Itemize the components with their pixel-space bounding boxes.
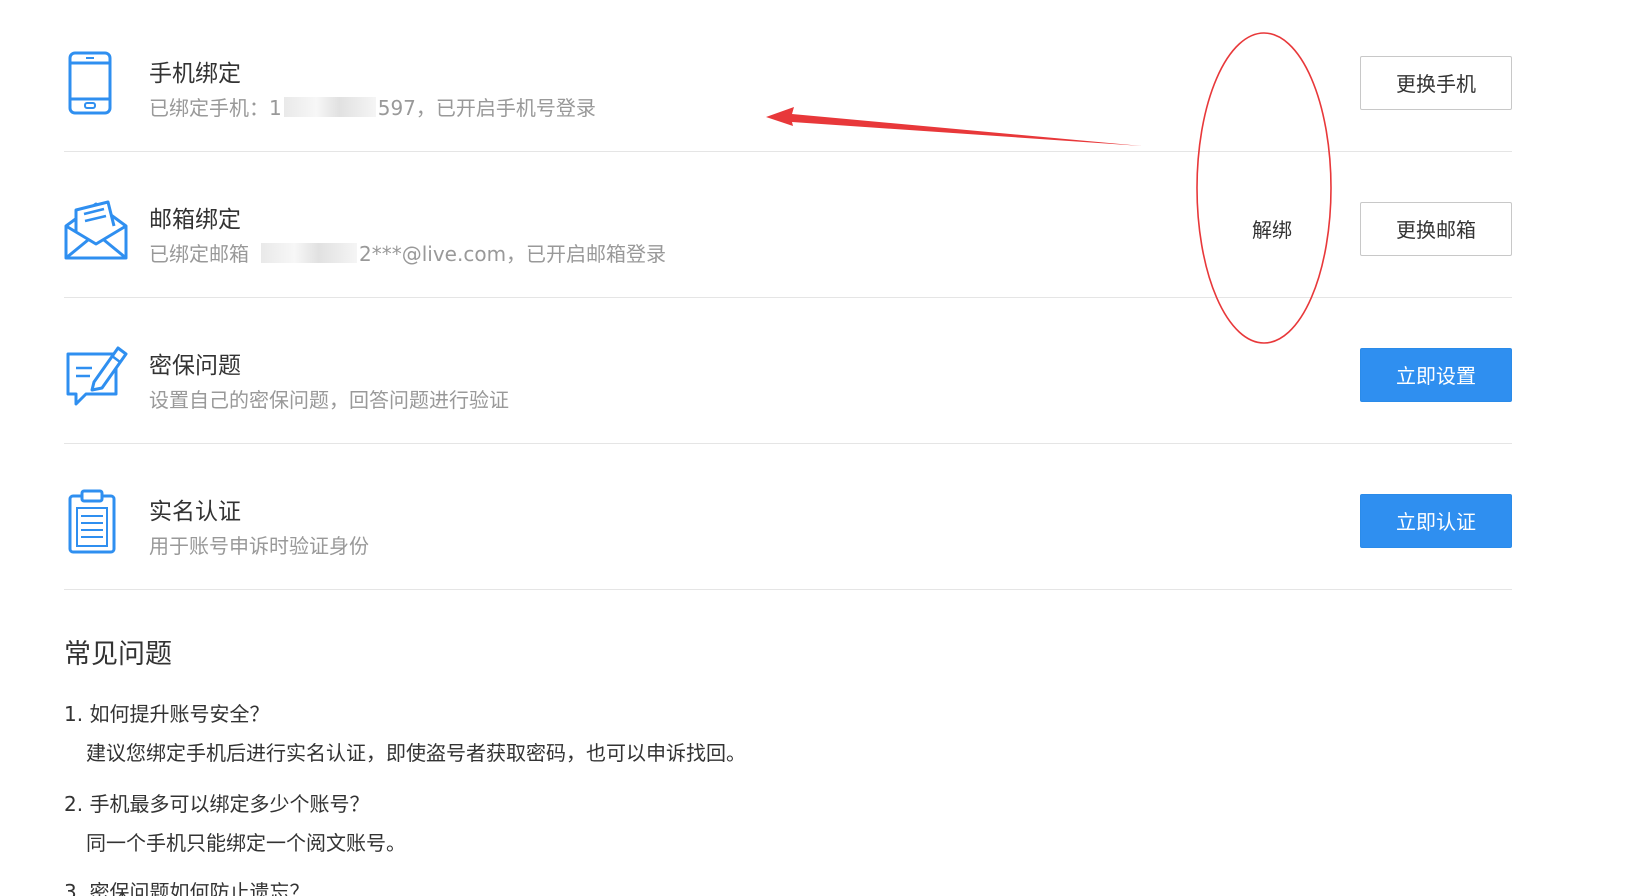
faq-question: 2. 手机最多可以绑定多少个账号？: [64, 792, 370, 816]
set-security-question-button[interactable]: 立即设置: [1360, 348, 1512, 402]
change-email-button[interactable]: 更换邮箱: [1360, 202, 1512, 256]
change-phone-button[interactable]: 更换手机: [1360, 56, 1512, 110]
email-binding-title: 邮箱绑定: [149, 207, 241, 233]
email-binding-desc: 已绑定邮箱 2***@live.com，已开启邮箱登录: [149, 238, 666, 267]
real-name-verification-title: 实名认证: [149, 499, 241, 525]
security-question-row: 密保问题 设置自己的密保问题，回答问题进行验证 立即设置: [64, 298, 1512, 444]
security-question-desc: 设置自己的密保问题，回答问题进行验证: [149, 388, 509, 412]
real-name-verification-desc: 用于账号申诉时验证身份: [149, 534, 369, 558]
faq-title: 常见问题: [64, 639, 172, 670]
email-address-mask: [261, 243, 357, 263]
phone-binding-desc: 已绑定手机：1 597，已开启手机号登录: [149, 92, 596, 121]
id-verification-icon: [64, 488, 128, 554]
security-question-title: 密保问题: [149, 353, 241, 379]
email-desc-prefix: 已绑定邮箱: [149, 242, 249, 266]
phone-desc-prefix: 已绑定手机：1: [149, 96, 282, 120]
real-name-verification-row: 实名认证 用于账号申诉时验证身份 立即认证: [64, 444, 1512, 590]
email-binding-row: 邮箱绑定 已绑定邮箱 2***@live.com，已开启邮箱登录 解绑 更换邮箱: [64, 152, 1512, 298]
unbind-email-link[interactable]: 解绑: [1252, 214, 1292, 243]
row-divider: [64, 589, 1512, 590]
phone-number-mask: [283, 97, 376, 117]
faq-answer: 建议您绑定手机后进行实名认证，即使盗号者获取密码，也可以申诉找回。: [86, 741, 746, 765]
faq-question: 1. 如何提升账号安全？: [64, 702, 270, 726]
phone-binding-row: 手机绑定 已绑定手机：1 597，已开启手机号登录 更换手机: [64, 6, 1512, 152]
email-desc-tail: 2***@live.com，已开启邮箱登录: [359, 242, 667, 266]
faq-answer: 同一个手机只能绑定一个阅文账号。: [86, 831, 406, 855]
phone-desc-tail: 597，已开启手机号登录: [377, 96, 596, 120]
security-question-icon: [64, 342, 128, 408]
faq-question: 3. 密保问题如何防止遗忘？: [64, 880, 310, 896]
phone-icon: [64, 50, 128, 116]
verify-real-name-button[interactable]: 立即认证: [1360, 494, 1512, 548]
mail-icon: [64, 196, 128, 262]
phone-binding-title: 手机绑定: [149, 61, 241, 87]
account-security-page: 手机绑定 已绑定手机：1 597，已开启手机号登录 更换手机 邮箱绑定 已绑定邮箱…: [0, 0, 1646, 896]
